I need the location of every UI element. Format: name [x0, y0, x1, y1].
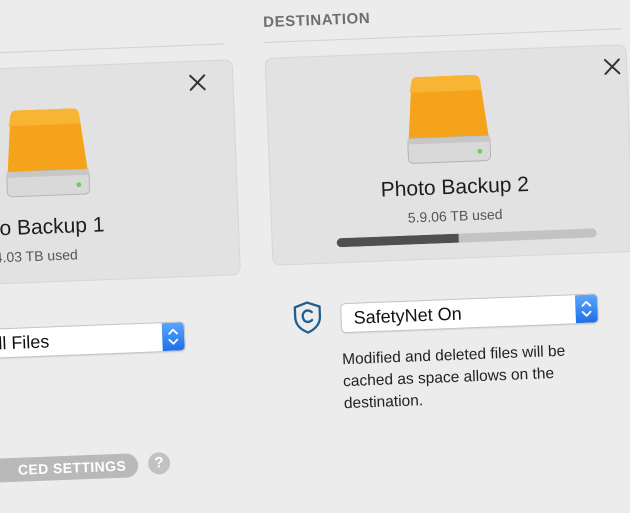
safetynet-description: Modified and deleted files will be cache… — [341, 342, 566, 413]
destination-drive-used: 5.9.06 TB used — [407, 205, 503, 226]
source-drive-card[interactable]: oto Backup 1 6.4.03 TB used — [0, 59, 241, 286]
destination-drive-name: Photo Backup 2 — [380, 172, 530, 202]
destination-usage-fill — [336, 233, 460, 248]
destination-section-label: DESTINATION — [262, 9, 371, 32]
backup-setup-panel: DESTINATION oto Backup 1 6.4.03 TB used … — [0, 0, 630, 512]
safetynet-shield-icon — [293, 301, 322, 334]
external-hard-drive-icon — [407, 75, 492, 164]
safetynet-value: SafetyNet On — [353, 303, 462, 328]
source-divider — [0, 43, 225, 54]
external-hard-drive-icon — [6, 108, 91, 198]
destination-drive-card[interactable]: Photo Backup 2 5.9.06 TB used — [264, 44, 630, 266]
chevron-updown-icon[interactable] — [574, 294, 598, 324]
source-drive-used: 6.4.03 TB used — [0, 246, 78, 266]
source-drive-name: oto Backup 1 — [0, 213, 105, 241]
destination-usage-bar — [336, 228, 597, 248]
help-icon[interactable]: ? — [147, 451, 171, 475]
advanced-settings-button[interactable]: CED SETTINGS — [0, 453, 139, 483]
close-icon[interactable] — [186, 71, 209, 94]
destination-divider — [263, 28, 622, 43]
safetynet-select[interactable]: SafetyNet On — [340, 293, 600, 334]
chevron-updown-icon[interactable] — [161, 322, 185, 352]
copy-mode-value: ll Files — [0, 331, 50, 354]
copy-mode-select[interactable]: ll Files — [0, 321, 186, 359]
close-icon[interactable] — [601, 55, 624, 78]
